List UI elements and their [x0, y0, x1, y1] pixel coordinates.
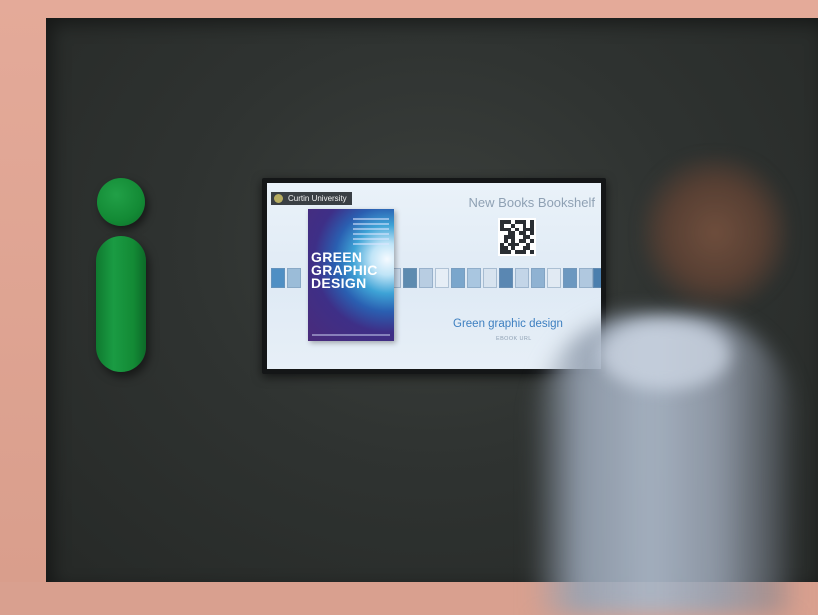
book-thumbnail[interactable]	[467, 268, 481, 288]
cover-author-line	[312, 334, 390, 336]
book-thumbnail[interactable]	[531, 268, 545, 288]
book-thumbnail[interactable]	[287, 268, 301, 288]
shelf-title: New Books Bookshelf	[468, 195, 595, 210]
book-thumbnail[interactable]	[547, 268, 561, 288]
brand-label: Curtin University	[288, 194, 347, 203]
book-thumbnail[interactable]	[499, 268, 513, 288]
university-crest-icon	[274, 194, 283, 203]
book-thumbnail[interactable]	[419, 268, 433, 288]
book-thumbnail[interactable]	[483, 268, 497, 288]
cover-blurb	[353, 218, 389, 248]
book-thumbnail[interactable]	[271, 268, 285, 288]
book-thumbnail[interactable]	[515, 268, 529, 288]
book-subtitle: EBOOK URL	[496, 336, 532, 342]
info-sign-stem	[96, 236, 146, 372]
book-thumbnail[interactable]	[593, 268, 601, 288]
book-thumbnail[interactable]	[403, 268, 417, 288]
qr-module	[530, 250, 534, 254]
digital-display: Curtin University New Books Bookshelf GR…	[262, 178, 606, 374]
book-thumbnail[interactable]	[451, 268, 465, 288]
cover-title: GREEN GRAPHIC DESIGN	[311, 249, 378, 291]
book-thumbnail[interactable]	[563, 268, 577, 288]
info-sign-dot	[97, 178, 145, 226]
display-screen[interactable]: Curtin University New Books Bookshelf GR…	[267, 183, 601, 369]
book-title: Green graphic design	[453, 318, 563, 330]
qr-code-icon[interactable]	[498, 218, 536, 256]
book-thumbnail[interactable]	[435, 268, 449, 288]
featured-book-cover[interactable]: GREEN GRAPHIC DESIGN	[308, 209, 394, 341]
brand-badge: Curtin University	[271, 192, 352, 205]
book-thumbnail[interactable]	[579, 268, 593, 288]
